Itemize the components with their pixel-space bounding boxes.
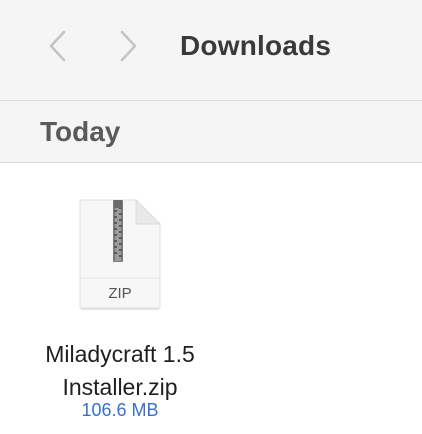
forward-button[interactable]	[114, 28, 144, 64]
file-name-line-1: Miladycraft 1.5	[45, 341, 195, 367]
chevron-right-icon	[120, 30, 137, 62]
file-size: 106.6 MB	[81, 400, 159, 420]
section-header: Today	[0, 101, 422, 163]
back-button[interactable]	[42, 28, 72, 64]
file-name: Miladycraft 1.5 Installer.zip	[20, 338, 220, 404]
toolbar: Downloads	[0, 0, 422, 101]
file-item[interactable]: ZIP Miladycraft 1.5 Installer.zip 106.6 …	[20, 163, 220, 433]
chevron-left-icon	[49, 30, 66, 62]
zip-file-icon: ZIP	[78, 198, 162, 312]
section-title: Today	[40, 116, 121, 147]
window-title: Downloads	[180, 30, 332, 61]
file-type-label: ZIP	[108, 285, 132, 302]
file-list: Today ZIP Miladycraft 1.5 Installer.zip …	[0, 101, 422, 434]
